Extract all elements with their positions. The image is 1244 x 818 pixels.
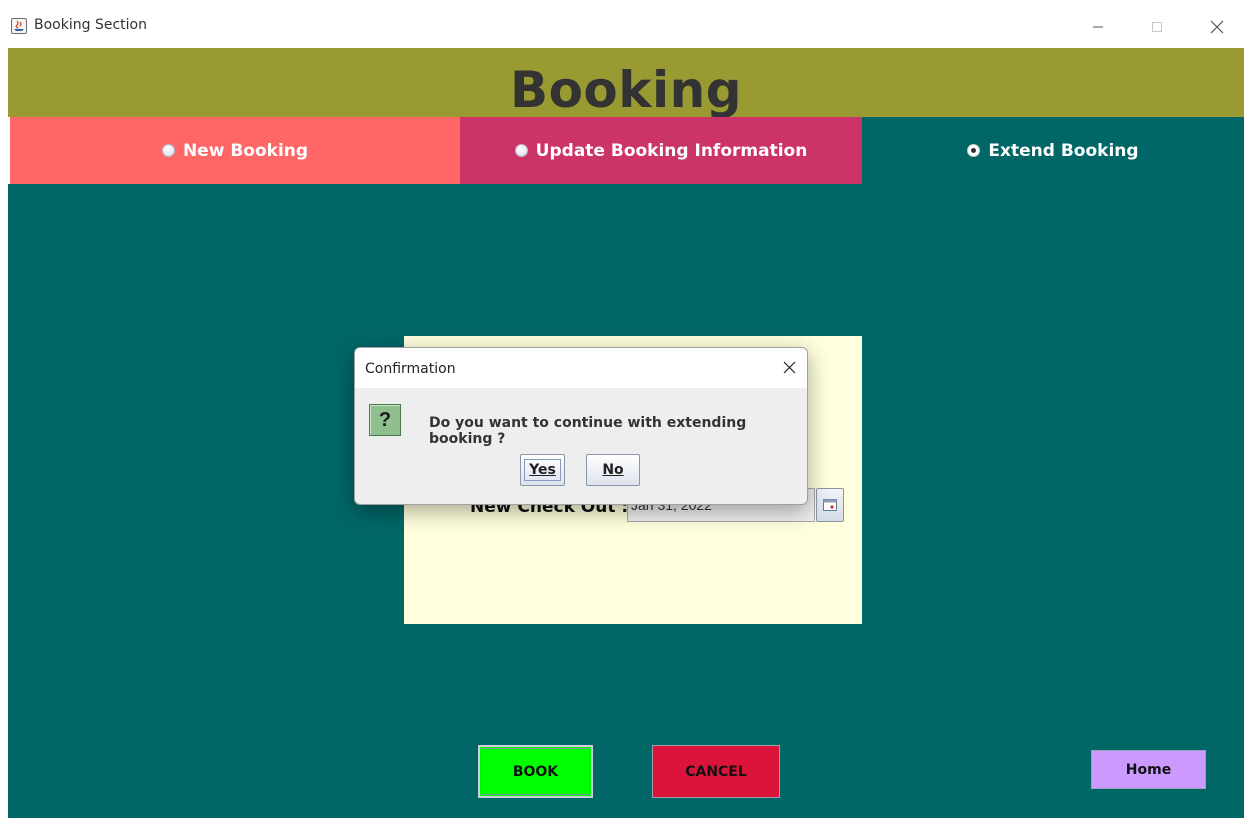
no-button-label: No xyxy=(602,462,624,478)
dialog-close-button[interactable] xyxy=(779,356,799,378)
minimize-icon xyxy=(1093,26,1103,28)
yes-button-label: Yes xyxy=(524,459,561,481)
confirmation-dialog: Confirmation ? Do you want to continue w… xyxy=(354,347,808,505)
cancel-button[interactable]: CANCEL xyxy=(652,745,780,798)
book-button-label: BOOK xyxy=(512,763,559,780)
tab-extend-booking[interactable]: Extend Booking xyxy=(862,117,1244,184)
page-title: Booking xyxy=(509,61,743,119)
calendar-icon xyxy=(823,499,837,511)
tab-new-booking[interactable]: New Booking xyxy=(10,117,460,184)
maximize-button[interactable] xyxy=(1134,10,1180,44)
window-titlebar xyxy=(0,0,1244,48)
calendar-button[interactable] xyxy=(816,488,844,522)
radio-icon xyxy=(514,144,528,157)
radio-icon xyxy=(161,144,175,157)
question-icon: ? xyxy=(369,404,401,436)
cancel-button-label: CANCEL xyxy=(685,763,747,780)
yes-button[interactable]: Yes xyxy=(520,454,565,486)
dialog-message: Do you want to continue with extending b… xyxy=(429,415,747,447)
header-banner: Booking xyxy=(8,48,1244,119)
home-button[interactable]: Home xyxy=(1091,750,1206,789)
dialog-title: Confirmation xyxy=(365,361,456,377)
close-icon xyxy=(1210,20,1224,34)
tab-extend-booking-label: Extend Booking xyxy=(988,140,1139,161)
close-icon xyxy=(783,361,795,373)
book-button[interactable]: BOOK xyxy=(478,745,593,798)
close-window-button[interactable] xyxy=(1194,10,1240,44)
tab-update-booking[interactable]: Update Booking Information xyxy=(460,117,862,184)
maximize-icon xyxy=(1152,22,1162,32)
radio-selected-icon xyxy=(967,144,981,157)
tab-new-booking-label: New Booking xyxy=(182,140,309,161)
tab-update-booking-label: Update Booking Information xyxy=(535,140,808,161)
minimize-button[interactable] xyxy=(1075,10,1121,44)
no-button[interactable]: No xyxy=(586,454,640,486)
java-app-icon xyxy=(11,18,27,34)
home-button-label: Home xyxy=(1125,761,1172,778)
window-title: Booking Section xyxy=(34,17,147,33)
